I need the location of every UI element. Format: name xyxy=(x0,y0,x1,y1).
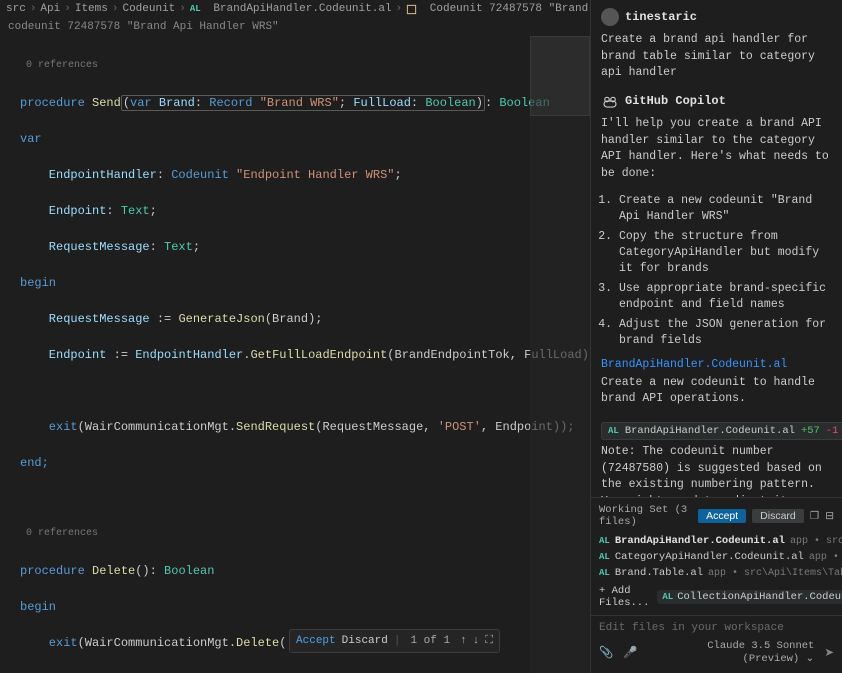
chat-input-area: Edit files in your workspace 📎 🎤 Claude … xyxy=(591,615,842,673)
al-file-icon: AL xyxy=(599,536,610,546)
suggestion-counter: 1 of 1 xyxy=(406,633,454,650)
list-item: Copy the structure from CategoryApiHandl… xyxy=(619,229,832,277)
code-change-badge[interactable]: AL BrandApiHandler.Codeunit.al +57 -1 xyxy=(601,422,842,440)
file-path: app • src\Api\Items\Table xyxy=(708,568,842,579)
code-content: 0 references procedure Send(var Brand: R… xyxy=(0,36,590,673)
chevron-right-icon: › xyxy=(64,3,71,15)
al-file-icon: AL xyxy=(190,4,201,14)
add-files-button[interactable]: + Add Files... xyxy=(599,585,649,609)
breadcrumb-file[interactable]: AL BrandApiHandler.Codeunit.al xyxy=(190,3,392,15)
model-selector[interactable]: Claude 3.5 Sonnet (Preview) ⌄ xyxy=(648,640,815,665)
copilot-icon xyxy=(601,92,619,110)
file-name: CategoryApiHandler.Codeunit.al xyxy=(615,551,804,563)
bot-note: Note: The codeunit number (72487580) is … xyxy=(601,444,832,497)
bot-name: GitHub Copilot xyxy=(625,94,726,108)
accept-button[interactable]: Accept xyxy=(698,509,746,523)
breadcrumb-symbol[interactable]: Codeunit 72487578 "Brand Api Handler WRS… xyxy=(406,3,590,15)
expand-icon[interactable]: ⛶ xyxy=(485,633,493,650)
discard-button[interactable]: Discard xyxy=(342,633,388,650)
collection-icon[interactable]: ❐ xyxy=(810,510,819,523)
file-name: BrandApiHandler.Codeunit.al xyxy=(615,535,785,547)
list-item: Create a new codeunit "Brand Api Handler… xyxy=(619,193,832,225)
code-editor[interactable]: 0 references procedure Send(var Brand: R… xyxy=(0,36,590,673)
breadcrumb-segment[interactable]: src xyxy=(6,3,26,15)
bot-intro: I'll help you create a brand API handler… xyxy=(601,116,832,183)
steps-list: Create a new codeunit "Brand Api Handler… xyxy=(601,193,832,350)
codelens-references[interactable]: 0 references xyxy=(26,58,590,76)
collapse-icon[interactable]: ⊟ xyxy=(825,510,834,523)
badge-filename: BrandApiHandler.Codeunit.al xyxy=(625,425,795,437)
accept-button[interactable]: Accept xyxy=(296,633,336,650)
breadcrumb-segment[interactable]: Items xyxy=(75,3,108,15)
chevron-right-icon: › xyxy=(112,3,119,15)
breadcrumb-segment[interactable]: Api xyxy=(40,3,60,15)
list-item: Adjust the JSON generation for brand fie… xyxy=(619,317,832,349)
working-set-item[interactable]: AL BrandApiHandler.Codeunit.al app • src… xyxy=(599,533,834,549)
diff-deletions: -1 xyxy=(826,425,839,437)
working-set-item[interactable]: AL CategoryApiHandler.Codeunit.al app • … xyxy=(599,549,834,565)
minimap-viewport[interactable] xyxy=(530,36,590,116)
arrow-up-icon[interactable]: ↑ xyxy=(460,633,467,650)
file-path: app • src\... xyxy=(790,536,842,547)
chevron-down-icon: ⌄ xyxy=(806,653,815,665)
arrow-down-icon[interactable]: ↓ xyxy=(473,633,480,650)
copilot-chat-panel: tinestaric Create a brand api handler fo… xyxy=(590,0,842,673)
breadcrumb-segment[interactable]: Codeunit xyxy=(122,3,175,15)
working-set-section: Working Set (3 files) Accept Discard ❐ ⊟… xyxy=(591,497,842,615)
chat-input[interactable]: Edit files in your workspace xyxy=(599,622,834,634)
file-name: Brand.Table.al xyxy=(615,567,703,579)
al-file-icon: AL xyxy=(608,426,619,436)
codeunit-icon xyxy=(406,4,417,15)
codelens-references[interactable]: 0 references xyxy=(26,526,590,544)
working-set-item[interactable]: AL Brand.Table.al app • src\Api\Items\Ta… xyxy=(599,565,834,581)
working-set-title: Working Set (3 files) xyxy=(599,504,692,528)
attach-icon[interactable]: 📎 xyxy=(599,645,613,660)
editor-panel: src › Api › Items › Codeunit › AL BrandA… xyxy=(0,0,590,673)
file-link[interactable]: BrandApiHandler.Codeunit.al xyxy=(601,358,832,371)
microphone-icon[interactable]: 🎤 xyxy=(623,645,637,660)
codeunit-subtitle: codeunit 72487578 "Brand Api Handler WRS… xyxy=(0,18,590,36)
file-path: app • src\... xyxy=(809,552,842,563)
inline-suggestion-toolbar: Accept Discard | 1 of 1 ↑ ↓ ⛶ xyxy=(289,629,500,654)
user-avatar xyxy=(601,8,619,26)
list-item: Use appropriate brand-specific endpoint … xyxy=(619,281,832,313)
chevron-right-icon: › xyxy=(179,3,186,15)
diff-insertions: +57 xyxy=(801,425,820,437)
chat-scroll[interactable]: tinestaric Create a brand api handler fo… xyxy=(591,0,842,497)
file-chip[interactable]: AL CollectionApiHandler.Codeunit.al × xyxy=(657,590,842,604)
chevron-right-icon: › xyxy=(30,3,37,15)
al-file-icon: AL xyxy=(599,552,610,562)
chevron-right-icon: › xyxy=(396,3,403,15)
breadcrumbs: src › Api › Items › Codeunit › AL BrandA… xyxy=(0,0,590,18)
file-description: Create a new codeunit to handle brand AP… xyxy=(601,375,832,408)
send-icon[interactable]: ➤ xyxy=(824,645,834,660)
minimap[interactable] xyxy=(530,36,590,673)
al-file-icon: AL xyxy=(599,568,610,578)
al-file-icon: AL xyxy=(662,592,673,602)
discard-button[interactable]: Discard xyxy=(752,509,804,523)
username: tinestaric xyxy=(625,10,697,24)
user-message: Create a brand api handler for brand tab… xyxy=(601,32,832,82)
chip-label: CollectionApiHandler.Codeunit.al xyxy=(677,591,842,603)
